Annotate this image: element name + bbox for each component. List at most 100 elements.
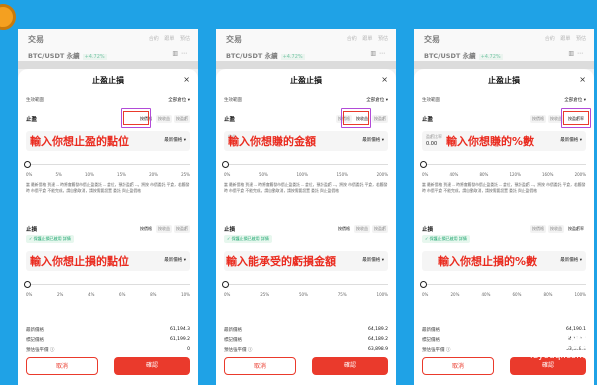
tab-contract[interactable]: 合約 <box>347 36 357 42</box>
tab-copy[interactable]: 跟單 <box>560 36 570 42</box>
tab-contract[interactable]: 合約 <box>149 36 159 42</box>
trading-pair[interactable]: BTC/USDT 永續 +4.72% <box>424 50 503 60</box>
more-icon[interactable]: ⋯ <box>181 50 190 57</box>
tab-price[interactable]: 按價格 <box>138 225 154 233</box>
slider-handle[interactable] <box>420 281 427 288</box>
tab-ratio[interactable]: 按盈虧 <box>372 225 388 233</box>
slider-handle[interactable] <box>222 161 229 168</box>
tpsl-panel: 交易 合約 跟單 預估 BTC/USDT 永續 +4.72% ▥⋯ 止盈止損 × … <box>216 29 396 385</box>
header-tabs[interactable]: 合約 跟單 預估 <box>347 35 388 42</box>
tp-trigger-select[interactable]: 最新價格 ▾ <box>560 137 582 143</box>
tab-profit[interactable]: 按收益 <box>548 225 564 233</box>
tab-price[interactable]: 按價格 <box>530 225 546 233</box>
close-icon[interactable]: × <box>381 75 388 84</box>
slider-tick: 60% <box>512 292 522 297</box>
tab-estimate[interactable]: 預估 <box>378 36 388 42</box>
slider-handle[interactable] <box>222 281 229 288</box>
sl-trigger-select[interactable]: 最新價格 ▾ <box>362 257 384 263</box>
sl-segments[interactable]: 按價格 按收益 按盈虧率 <box>530 225 586 233</box>
sl-segments[interactable]: 按價格 按收益 按盈虧 <box>138 225 190 233</box>
cancel-button[interactable]: 取消 <box>26 357 98 375</box>
header-icons[interactable]: ▥⋯ <box>172 50 190 57</box>
tp-slider[interactable] <box>420 161 586 171</box>
close-icon[interactable]: × <box>579 75 586 84</box>
slider-tick: 40% <box>449 172 459 177</box>
slider-tick: 150% <box>336 172 348 177</box>
mode-row[interactable]: 生效範圍 全部倉位 ▾ <box>422 97 586 103</box>
tab-ratio[interactable]: 按盈虧 <box>174 115 190 123</box>
slider-tick: 6% <box>119 292 126 297</box>
tab-contract[interactable]: 合約 <box>545 36 555 42</box>
slider-tick: 120% <box>509 172 521 177</box>
tab-ratio[interactable]: 按盈虧率 <box>566 225 586 233</box>
more-icon[interactable]: ⋯ <box>379 50 388 57</box>
header-icons[interactable]: ▥⋯ <box>568 50 586 57</box>
confirm-button[interactable]: 確認 <box>312 357 388 375</box>
protect-details-link[interactable]: 詳情 <box>459 236 467 241</box>
slider-handle[interactable] <box>24 161 31 168</box>
tab-copy[interactable]: 跟單 <box>362 36 372 42</box>
sl-trigger-select[interactable]: 最新價格 ▾ <box>560 257 582 263</box>
watermark-en: luyouqi.com <box>530 351 586 361</box>
overlay-dim <box>414 61 594 69</box>
tp-slider[interactable] <box>222 161 388 171</box>
header-tabs[interactable]: 合約 跟單 預估 <box>149 35 190 42</box>
mode-row[interactable]: 生效範圍 全部倉位 ▾ <box>26 97 190 103</box>
tp-ticks: 0% 5% 10% 15% 20% 25% <box>26 172 190 177</box>
sl-slider[interactable] <box>24 281 190 291</box>
sl-trigger-select[interactable]: 最新價格 ▾ <box>164 257 186 263</box>
tp-input-value: 0.00 <box>426 141 438 147</box>
slider-tick: 8% <box>150 292 157 297</box>
overlay-dim <box>18 61 198 69</box>
sl-slider[interactable] <box>222 281 388 291</box>
sl-slider[interactable] <box>420 281 586 291</box>
protect-badge[interactable]: ✓ 保護止損已啟用 詳情 <box>422 235 470 243</box>
highlight-purple-box <box>341 108 371 128</box>
candle-icon[interactable]: ▥ <box>370 50 379 57</box>
tab-profit[interactable]: 按收益 <box>354 225 370 233</box>
info-value: 64,189.2 <box>367 327 388 332</box>
tp-trigger-select[interactable]: 最新價格 ▾ <box>164 137 186 143</box>
overlay-dim <box>216 61 396 69</box>
mode-select[interactable]: 全部倉位 ▾ <box>564 97 586 103</box>
tab-ratio[interactable]: 按盈虧 <box>372 115 388 123</box>
confirm-button[interactable]: 確認 <box>114 357 190 375</box>
sl-segments[interactable]: 按價格 按收益 按盈虧 <box>336 225 388 233</box>
mode-row[interactable]: 生效範圍 全部倉位 ▾ <box>224 97 388 103</box>
trading-pair[interactable]: BTC/USDT 永續 +4.72% <box>28 50 107 60</box>
protect-badge[interactable]: ✓ 保護止損已啟用 詳情 <box>26 235 74 243</box>
mode-select[interactable]: 全部倉位 ▾ <box>168 97 190 103</box>
header-tabs[interactable]: 合約 跟單 預估 <box>545 35 586 42</box>
tab-price[interactable]: 按價格 <box>336 225 352 233</box>
tp-label: 止盈 <box>224 117 236 123</box>
tab-copy[interactable]: 跟單 <box>164 36 174 42</box>
sl-ticks: 0% 20% 40% 60% 80% 100% <box>422 292 586 297</box>
slider-handle[interactable] <box>24 281 31 288</box>
cancel-button[interactable]: 取消 <box>422 357 494 375</box>
header-icons[interactable]: ▥⋯ <box>370 50 388 57</box>
slider-handle[interactable] <box>420 161 427 168</box>
tp-trigger-select[interactable]: 最新價格 ▾ <box>362 137 384 143</box>
slider-tick: 100% <box>574 292 586 297</box>
protect-details-link[interactable]: 詳情 <box>63 236 71 241</box>
tab-estimate[interactable]: 預估 <box>576 36 586 42</box>
close-icon[interactable]: × <box>183 75 190 84</box>
cancel-button[interactable]: 取消 <box>224 357 296 375</box>
more-icon[interactable]: ⋯ <box>577 50 586 57</box>
tab-estimate[interactable]: 預估 <box>180 36 190 42</box>
app-header: 交易 合約 跟單 預估 BTC/USDT 永續 +4.72% ▥⋯ <box>216 29 396 61</box>
page-title: 交易 <box>424 35 440 44</box>
candle-icon[interactable]: ▥ <box>172 50 181 57</box>
candle-icon[interactable]: ▥ <box>568 50 577 57</box>
mode-select[interactable]: 全部倉位 ▾ <box>366 97 388 103</box>
tab-price[interactable]: 按價格 <box>530 115 546 123</box>
protect-badge[interactable]: ✓ 保護止損已啟用 詳情 <box>224 235 272 243</box>
tp-note: 當 最新價格 到達 -- 時將會觸發市價止盈委託 -- 倉位，預計盈虧 --。將… <box>422 182 586 193</box>
tab-profit[interactable]: 按收益 <box>156 115 172 123</box>
protect-details-link[interactable]: 詳情 <box>261 236 269 241</box>
tab-ratio[interactable]: 按盈虧 <box>174 225 190 233</box>
trading-pair[interactable]: BTC/USDT 永續 +4.72% <box>226 50 305 60</box>
tp-slider[interactable] <box>24 161 190 171</box>
slider-tick: 50% <box>258 172 268 177</box>
tab-profit[interactable]: 按收益 <box>156 225 172 233</box>
